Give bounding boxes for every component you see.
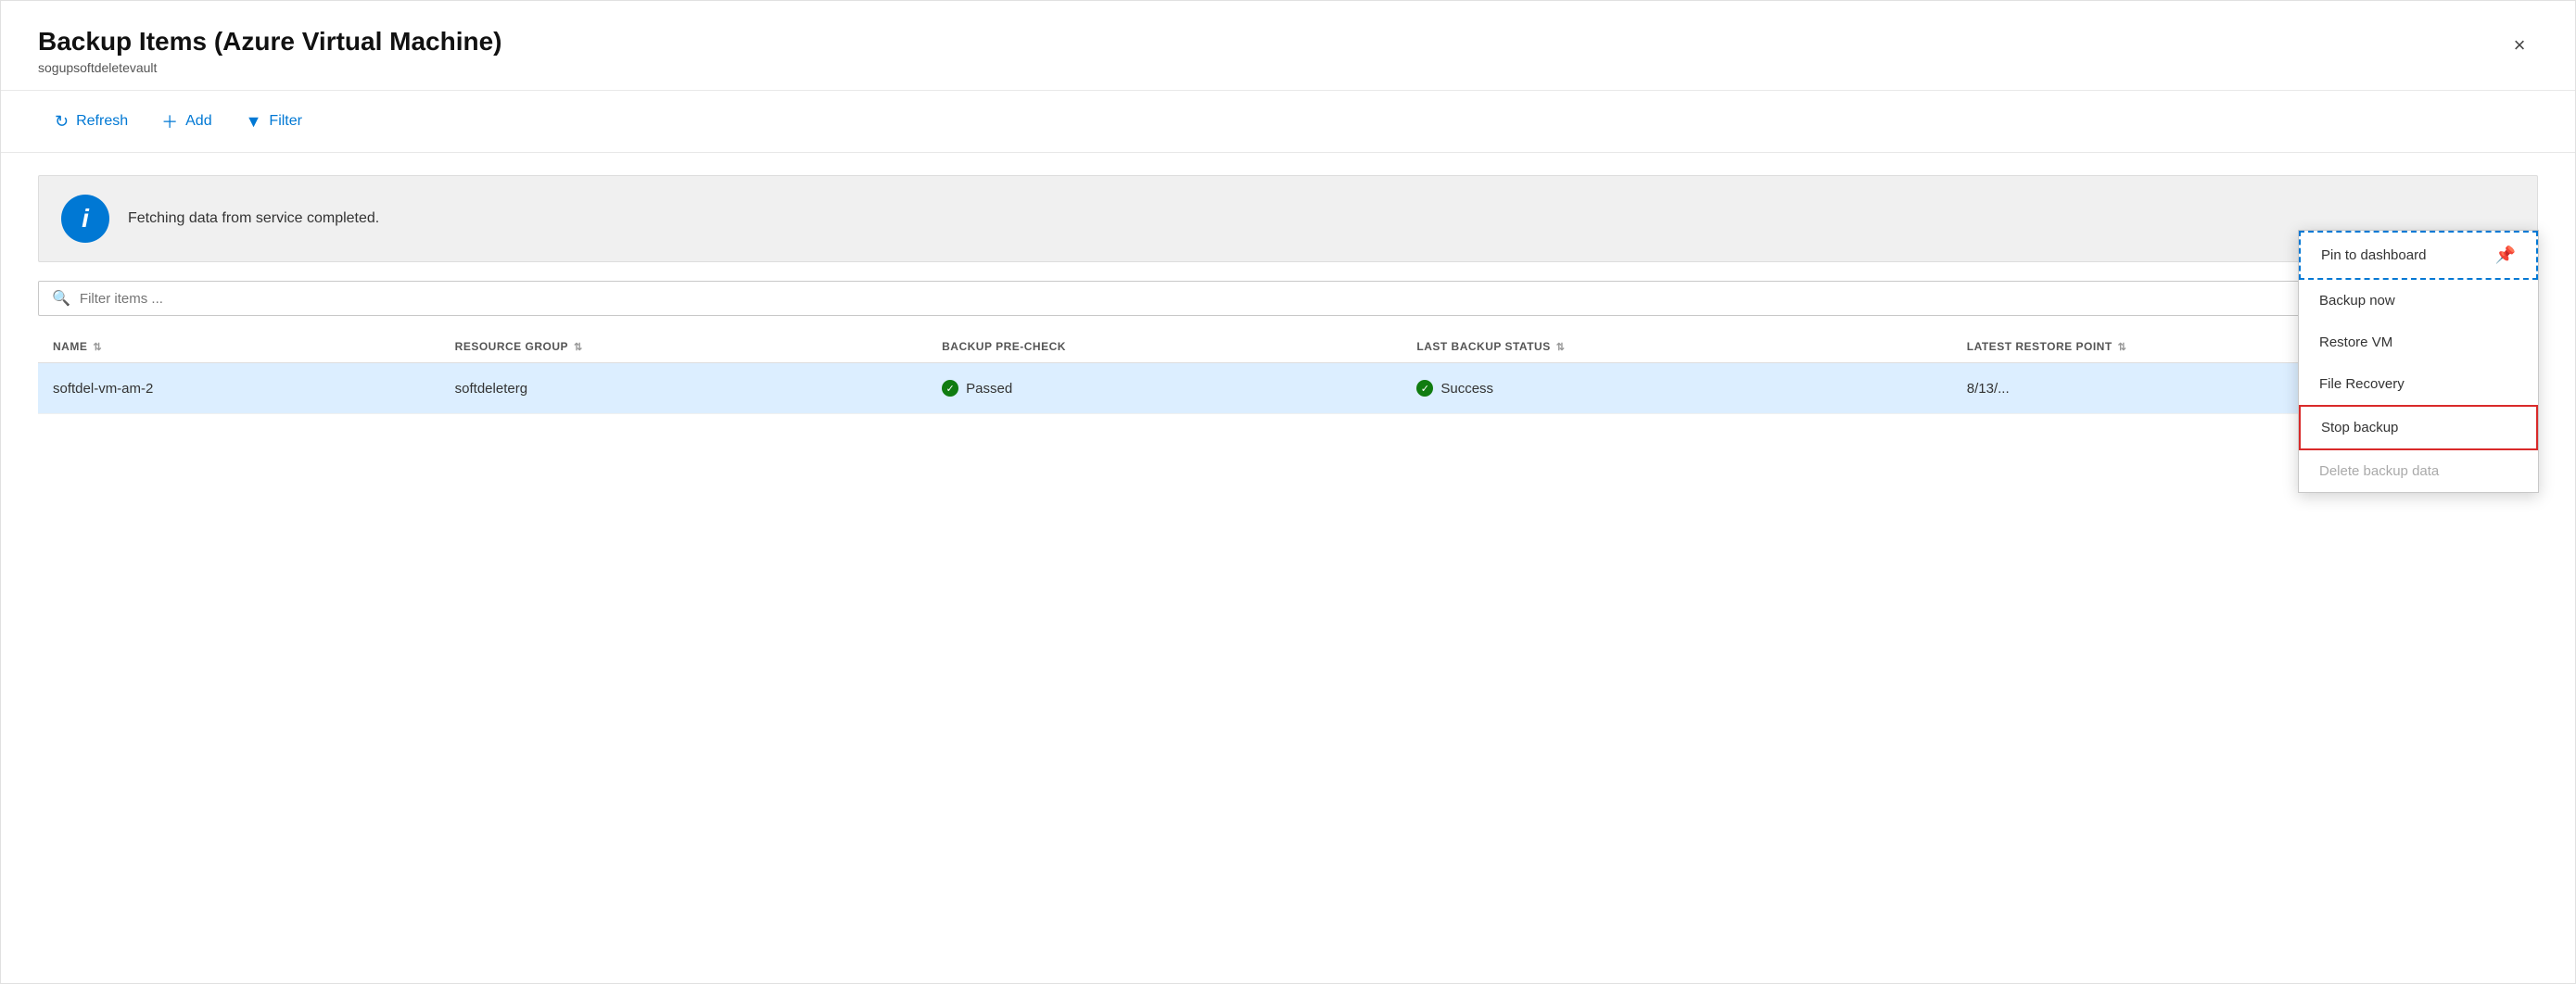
col-name[interactable]: NAME ⇅ (38, 331, 440, 363)
close-button[interactable]: × (2501, 27, 2538, 64)
panel-header: Backup Items (Azure Virtual Machine) sog… (1, 1, 2575, 91)
context-menu-delete-backup: Delete backup data (2299, 450, 2538, 492)
cell-last-backup-status: ✓ Success (1402, 363, 1951, 414)
toolbar: ↻ Refresh ＋ Add ▼ Filter (1, 91, 2575, 153)
file-recovery-label: File Recovery (2319, 376, 2405, 392)
context-menu-file-recovery[interactable]: File Recovery (2299, 363, 2538, 405)
info-icon: i (61, 195, 109, 243)
col-backup-precheck[interactable]: BACKUP PRE-CHECK (927, 331, 1402, 363)
backup-now-label: Backup now (2319, 293, 2395, 309)
context-menu: Pin to dashboard 📌 Backup now Restore VM… (2298, 230, 2539, 493)
last-backup-status-icon: ✓ (1416, 380, 1433, 397)
sort-icon-lrp: ⇅ (2118, 341, 2127, 353)
refresh-label: Refresh (76, 113, 128, 130)
search-icon: 🔍 (52, 289, 70, 308)
context-menu-pin[interactable]: Pin to dashboard 📌 (2299, 231, 2538, 280)
sort-icon-name: ⇅ (93, 341, 102, 353)
info-banner: i Fetching data from service completed. (38, 175, 2538, 262)
page-title: Backup Items (Azure Virtual Machine) (38, 27, 502, 57)
filter-icon: ▼ (246, 112, 262, 132)
pin-label: Pin to dashboard (2321, 247, 2426, 263)
filter-label: Filter (269, 113, 302, 130)
add-button[interactable]: ＋ Add (145, 102, 228, 141)
sort-icon-rg: ⇅ (574, 341, 583, 353)
sort-icon-lbs: ⇅ (1556, 341, 1566, 353)
cell-backup-precheck: ✓ Passed (927, 363, 1402, 414)
table-row[interactable]: softdel-vm-am-2 softdeleterg ✓ Passed ✓ … (38, 363, 2538, 414)
data-table: NAME ⇅ RESOURCE GROUP ⇅ BACKUP PRE-CHECK (38, 331, 2538, 414)
panel: Backup Items (Azure Virtual Machine) sog… (0, 0, 2576, 984)
add-label: Add (185, 113, 211, 130)
context-menu-restore-vm[interactable]: Restore VM (2299, 322, 2538, 363)
table-header-row: NAME ⇅ RESOURCE GROUP ⇅ BACKUP PRE-CHECK (38, 331, 2538, 363)
add-icon: ＋ (161, 109, 178, 133)
context-menu-stop-backup[interactable]: Stop backup (2299, 405, 2538, 450)
refresh-button[interactable]: ↻ Refresh (38, 105, 145, 139)
info-text: Fetching data from service completed. (128, 210, 379, 227)
col-last-backup-status[interactable]: LAST BACKUP STATUS ⇅ (1402, 331, 1951, 363)
delete-backup-label: Delete backup data (2319, 463, 2439, 479)
pin-icon: 📌 (2495, 246, 2516, 265)
restore-point-value: 8/13/... (1967, 381, 2010, 397)
refresh-icon: ↻ (55, 112, 69, 132)
restore-vm-label: Restore VM (2319, 334, 2392, 350)
page-subtitle: sogupsoftdeletevault (38, 60, 502, 75)
precheck-status-text: Passed (966, 381, 1012, 397)
filter-button[interactable]: ▼ Filter (229, 105, 319, 139)
cell-name: softdel-vm-am-2 (38, 363, 440, 414)
search-input[interactable] (80, 291, 2524, 307)
title-block: Backup Items (Azure Virtual Machine) sog… (38, 27, 502, 75)
col-resource-group[interactable]: RESOURCE GROUP ⇅ (440, 331, 927, 363)
precheck-status-icon: ✓ (942, 380, 958, 397)
cell-resource-group: softdeleterg (440, 363, 927, 414)
last-backup-status-text: Success (1440, 381, 1493, 397)
search-bar: 🔍 (38, 281, 2538, 316)
context-menu-backup-now[interactable]: Backup now (2299, 280, 2538, 322)
stop-backup-label: Stop backup (2321, 420, 2398, 435)
